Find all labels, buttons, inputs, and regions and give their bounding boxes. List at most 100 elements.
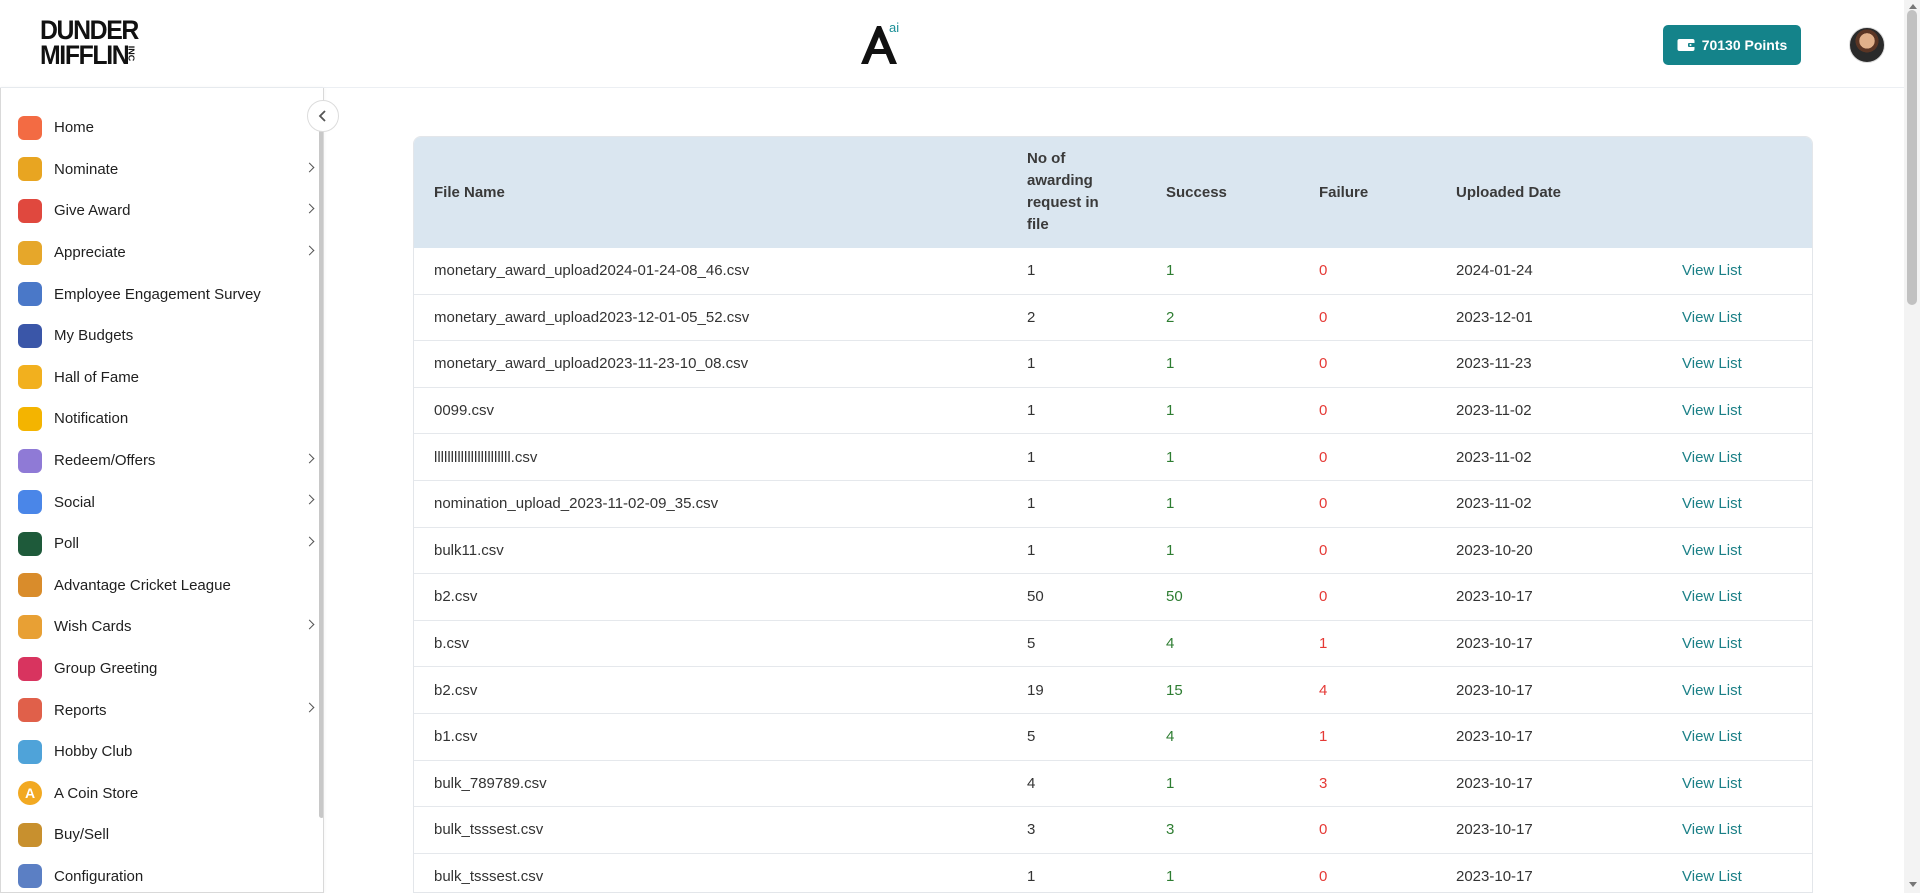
gift-icon	[18, 198, 42, 223]
cell-failure-count: 0	[1319, 821, 1328, 839]
sidebar-item-give-award[interactable]: Give Award	[1, 190, 317, 232]
sidebar-item-my-budgets[interactable]: My Budgets	[1, 315, 317, 357]
config-icon	[18, 864, 42, 889]
sidebar-item-label: Home	[54, 119, 95, 137]
table-row: b.csv 5 4 1 2023-10-17 View List	[414, 621, 1812, 668]
view-list-link[interactable]: View List	[1682, 248, 1742, 294]
cell-success-count: 2	[1166, 308, 1175, 326]
sidebar-item-appreciate[interactable]: Appreciate	[1, 232, 317, 274]
scroll-down-arrow[interactable]	[1909, 882, 1917, 887]
chevron-left-icon	[318, 110, 326, 122]
view-list-link[interactable]: View List	[1682, 621, 1742, 667]
sidebar-item-label: Redeem/Offers	[54, 452, 156, 470]
sidebar-item-label: Poll	[54, 535, 80, 553]
sidebar-item-nominate[interactable]: Nominate	[1, 149, 317, 191]
view-list-link[interactable]: View List	[1682, 481, 1742, 527]
chevron-right-icon	[304, 494, 315, 505]
view-list-link[interactable]: View List	[1682, 574, 1742, 620]
sidebar-item-notification[interactable]: Notification	[1, 398, 317, 440]
survey-icon	[18, 282, 42, 307]
cell-uploaded-date: 2023-12-01	[1456, 308, 1533, 326]
cell-file-name: b2.csv	[434, 588, 478, 606]
cell-file-name: b2.csv	[434, 681, 478, 699]
sidebar-item-label: Hall of Fame	[54, 368, 140, 386]
wallet-icon	[1677, 38, 1695, 52]
cell-request-count: 1	[1027, 868, 1036, 886]
header-requests-line-3: request in	[1027, 194, 1099, 211]
cell-success-count: 4	[1166, 728, 1175, 746]
sidebar-item-wish-cards[interactable]: Wish Cards	[1, 606, 317, 648]
sidebar-item-poll[interactable]: Poll	[1, 523, 317, 565]
sidebar-item-label: Social	[54, 493, 95, 511]
envelope-icon	[18, 656, 42, 681]
sidebar-item-buy-sell[interactable]: Buy/Sell	[1, 814, 317, 856]
poll-icon	[18, 531, 42, 556]
sidebar-collapse-button[interactable]	[307, 100, 339, 132]
sidebar-item-reports[interactable]: Reports	[1, 689, 317, 731]
sidebar-item-employee-engagement-survey[interactable]: Employee Engagement Survey	[1, 273, 317, 315]
cell-file-name: b1.csv	[434, 728, 478, 746]
advantage-a-icon: ai	[861, 20, 899, 64]
cell-success-count: 1	[1166, 868, 1175, 886]
chevron-right-icon	[304, 245, 315, 256]
header-requests: No of awarding request in file	[1027, 148, 1099, 236]
view-list-link[interactable]: View List	[1682, 434, 1742, 480]
cell-file-name: b.csv	[434, 635, 470, 653]
sidebar-item-home[interactable]: Home	[1, 107, 317, 149]
view-list-link[interactable]: View List	[1682, 714, 1742, 760]
sidebar-item-label: Wish Cards	[54, 618, 132, 636]
cell-request-count: 1	[1027, 355, 1036, 373]
sidebar-item-social[interactable]: Social	[1, 481, 317, 523]
page-scrollbar-thumb[interactable]	[1907, 10, 1917, 305]
shopping-bag-icon	[18, 822, 42, 847]
table-row: monetary_award_upload2023-12-01-05_52.cs…	[414, 295, 1812, 342]
sidebar-item-label: Appreciate	[54, 244, 126, 262]
sidebar-item-advantage-cricket-league[interactable]: Advantage Cricket League	[1, 565, 317, 607]
cell-failure-count: 0	[1319, 262, 1328, 280]
view-list-link[interactable]: View List	[1682, 667, 1742, 713]
table-row: bulk_789789.csv 4 1 3 2023-10-17 View List	[414, 761, 1812, 808]
cell-uploaded-date: 2023-11-02	[1456, 448, 1532, 466]
cell-uploaded-date: 2023-10-17	[1456, 681, 1533, 699]
view-list-link[interactable]: View List	[1682, 854, 1742, 892]
cell-request-count: 1	[1027, 495, 1036, 513]
scroll-up-arrow[interactable]	[1909, 4, 1917, 9]
upload-history-table: File Name No of awarding request in file…	[413, 136, 1813, 893]
sidebar-item-label: Employee Engagement Survey	[54, 285, 261, 303]
cell-uploaded-date: 2023-10-17	[1456, 868, 1533, 886]
advantage-ai-logo[interactable]: ai	[857, 20, 905, 68]
view-list-link[interactable]: View List	[1682, 528, 1742, 574]
sidebar-item-label: Advantage Cricket League	[54, 576, 231, 594]
cell-request-count: 5	[1027, 635, 1036, 653]
sidebar-item-redeem-offers[interactable]: Redeem/Offers	[1, 440, 317, 482]
view-list-link[interactable]: View List	[1682, 341, 1742, 387]
sidebar-item-group-greeting[interactable]: Group Greeting	[1, 648, 317, 690]
sidebar-item-a-coin-store[interactable]: A A Coin Store	[1, 773, 317, 815]
sidebar-item-configuration[interactable]: Configuration	[1, 856, 317, 892]
cell-uploaded-date: 2023-10-20	[1456, 541, 1533, 559]
sidebar-item-label: Notification	[54, 410, 129, 428]
cell-file-name: bulk_tsssest.csv	[434, 868, 544, 886]
sidebar-scrollbar[interactable]	[319, 128, 323, 818]
dunder-mifflin-logo[interactable]: DUNDER MIFFLIN INC	[40, 17, 139, 72]
table-row: b2.csv 50 50 0 2023-10-17 View List	[414, 574, 1812, 621]
chevron-right-icon	[304, 619, 315, 630]
view-list-link[interactable]: View List	[1682, 761, 1742, 807]
palette-icon	[18, 739, 42, 764]
table-row: bulk11.csv 1 1 0 2023-10-20 View List	[414, 528, 1812, 575]
view-list-link[interactable]: View List	[1682, 807, 1742, 853]
sidebar-item-label: A Coin Store	[54, 784, 139, 802]
points-button[interactable]: 70130 Points	[1663, 25, 1801, 65]
sidebar-item-hall-of-fame[interactable]: Hall of Fame	[1, 357, 317, 399]
cell-request-count: 4	[1027, 774, 1036, 792]
wallet-icon	[18, 323, 42, 348]
view-list-link[interactable]: View List	[1682, 388, 1742, 434]
cell-failure-count: 0	[1319, 868, 1328, 886]
crown-icon	[18, 365, 42, 390]
view-list-link[interactable]: View List	[1682, 295, 1742, 341]
sidebar-item-hobby-club[interactable]: Hobby Club	[1, 731, 317, 773]
cell-uploaded-date: 2023-10-17	[1456, 821, 1533, 839]
cell-file-name: 0099.csv	[434, 402, 495, 420]
user-avatar[interactable]	[1849, 27, 1885, 63]
cell-success-count: 1	[1166, 541, 1175, 559]
